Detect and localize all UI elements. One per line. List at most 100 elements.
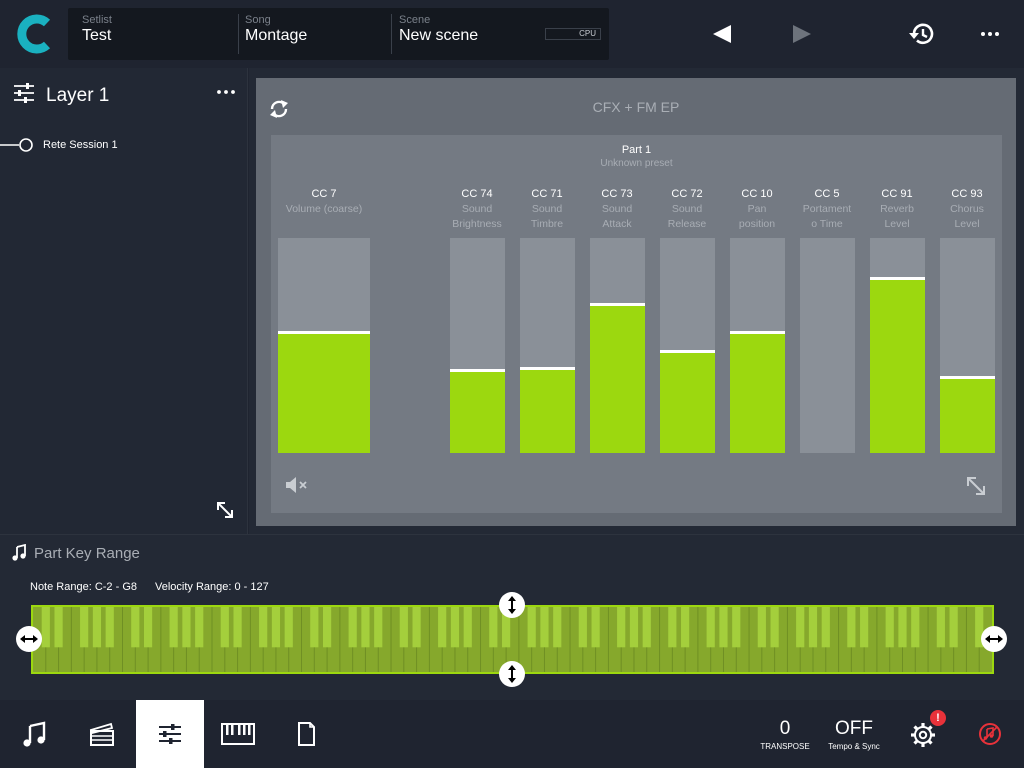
fader-cc91[interactable] (870, 238, 925, 453)
cc-description: position (738, 218, 776, 230)
cc-label-6: CC 5 Portament o Time (797, 187, 857, 232)
expand-icon[interactable] (965, 475, 987, 497)
fader-level-indicator (730, 330, 785, 334)
divider (238, 14, 239, 54)
panic-button[interactable] (956, 700, 1024, 768)
fader-fill (730, 332, 785, 453)
more-dots-icon (981, 32, 999, 36)
velocity-bottom-handle[interactable] (499, 661, 525, 687)
note-range-label: Note Range: C-2 - G8 (30, 581, 137, 593)
more-menu-button[interactable] (976, 20, 1004, 48)
transpose-label: TRANSPOSE (760, 742, 810, 751)
transpose-control[interactable]: 0 TRANSPOSE (757, 718, 813, 751)
cc-description: Volume (coarse) (285, 203, 363, 215)
cc-number: CC 71 (531, 188, 563, 200)
fader-fill (940, 377, 995, 453)
mute-icon[interactable] (284, 475, 310, 495)
cpu-meter: CPU (545, 28, 601, 40)
document-icon (298, 722, 315, 746)
cc-description: Sound (671, 203, 703, 215)
fader-level-indicator (278, 330, 370, 334)
vertical-arrows-icon (508, 665, 516, 683)
fader-level-indicator (870, 276, 925, 280)
cc-number: CC 73 (601, 188, 633, 200)
song-field[interactable]: Song Montage (245, 14, 307, 45)
fader-cc93[interactable] (940, 238, 995, 453)
fader-cc73[interactable] (590, 238, 645, 453)
cc-label-7: CC 91 Reverb Level (868, 187, 926, 232)
cc-description: Level (884, 218, 910, 230)
previous-button[interactable] (708, 20, 736, 48)
part-area: CFX + FM EP Part 1 Unknown preset CC 7 V… (249, 68, 1024, 534)
cc-number: CC 74 (461, 188, 493, 200)
tab-songs[interactable] (0, 700, 68, 768)
fader-fill (278, 332, 370, 453)
setlist-label: Setlist (82, 14, 112, 26)
history-button[interactable] (908, 20, 936, 48)
fader-fill (870, 278, 925, 453)
cc-description: Level (954, 218, 980, 230)
layer-session-item[interactable]: Rete Session 1 (0, 136, 200, 154)
expand-icon[interactable] (215, 500, 235, 520)
tempo-sync-control[interactable]: OFF Tempo & Sync (824, 718, 884, 751)
sound-title: CFX + FM EP (592, 99, 680, 115)
fader-fill (520, 369, 575, 453)
cc-description: Chorus (950, 203, 984, 215)
cc-label-1: CC 74 Sound Brightness (446, 187, 508, 232)
cc-description: Reverb (880, 203, 914, 215)
velocity-range-label: Velocity Range: 0 - 127 (155, 581, 269, 593)
cc-description: Release (667, 218, 707, 230)
song-value: Montage (245, 27, 308, 44)
play-right-icon (793, 25, 811, 43)
tempo-sync-label: Tempo & Sync (828, 742, 880, 751)
fader-cc10[interactable] (730, 238, 785, 453)
next-button[interactable] (788, 20, 816, 48)
setlist-field[interactable]: Setlist Test (82, 14, 112, 45)
sliders-icon (14, 83, 34, 103)
scene-label: Scene (399, 14, 431, 26)
velocity-top-handle[interactable] (499, 592, 525, 618)
key-range-section: Part Key Range Note Range: C-2 - G8 Velo… (0, 534, 1024, 700)
fader-level-indicator (450, 369, 505, 373)
tab-scenes[interactable] (68, 700, 136, 768)
scene-field[interactable]: Scene New scene (399, 14, 478, 45)
cc-number: CC 93 (951, 188, 983, 200)
cc-description: Attack (602, 218, 632, 230)
fader-cc5[interactable] (800, 238, 855, 453)
top-bar: Setlist Test Song Montage Scene New scen… (0, 0, 1024, 68)
fader-level-indicator (660, 349, 715, 353)
tab-mixer[interactable] (136, 700, 204, 768)
clapperboard-icon (89, 722, 114, 746)
vertical-arrows-icon (508, 596, 516, 614)
fader-cc74[interactable] (450, 238, 505, 453)
song-info-panel[interactable]: Setlist Test Song Montage Scene New scen… (68, 8, 609, 60)
tab-keyboard[interactable] (204, 700, 272, 768)
sliders-icon (159, 724, 181, 744)
sound-card: CFX + FM EP Part 1 Unknown preset CC 7 V… (256, 78, 1016, 526)
cc-description: o Time (811, 218, 843, 230)
play-left-icon (713, 25, 731, 43)
bottom-bar: 0 TRANSPOSE OFF Tempo & Sync ! (0, 700, 1024, 768)
cc-description: Pan (747, 203, 767, 215)
cc-number: CC 5 (814, 188, 840, 200)
key-range-right-handle[interactable] (981, 626, 1007, 652)
notification-badge: ! (930, 710, 946, 726)
settings-button[interactable]: ! (888, 700, 956, 768)
layer-session-label: Rete Session 1 (43, 139, 118, 151)
tab-document[interactable] (272, 700, 340, 768)
song-label: Song (245, 14, 271, 26)
fader-cc72[interactable] (660, 238, 715, 453)
cc-label-8: CC 93 Chorus Level (938, 187, 996, 232)
music-note-icon (23, 721, 46, 747)
cc-label-4: CC 72 Sound Release (658, 187, 716, 232)
app-logo[interactable] (14, 13, 56, 55)
fader-cc7[interactable] (278, 238, 370, 453)
cc-number: CC 10 (741, 188, 773, 200)
tempo-sync-value: OFF (835, 718, 873, 739)
cc-number: CC 72 (671, 188, 703, 200)
layer-title[interactable]: Layer 1 (46, 85, 109, 107)
part-panel: Part 1 Unknown preset CC 7 Volume (coars… (271, 135, 1002, 513)
layer-menu-button[interactable] (214, 82, 238, 102)
fader-cc71[interactable] (520, 238, 575, 453)
key-range-left-handle[interactable] (16, 626, 42, 652)
